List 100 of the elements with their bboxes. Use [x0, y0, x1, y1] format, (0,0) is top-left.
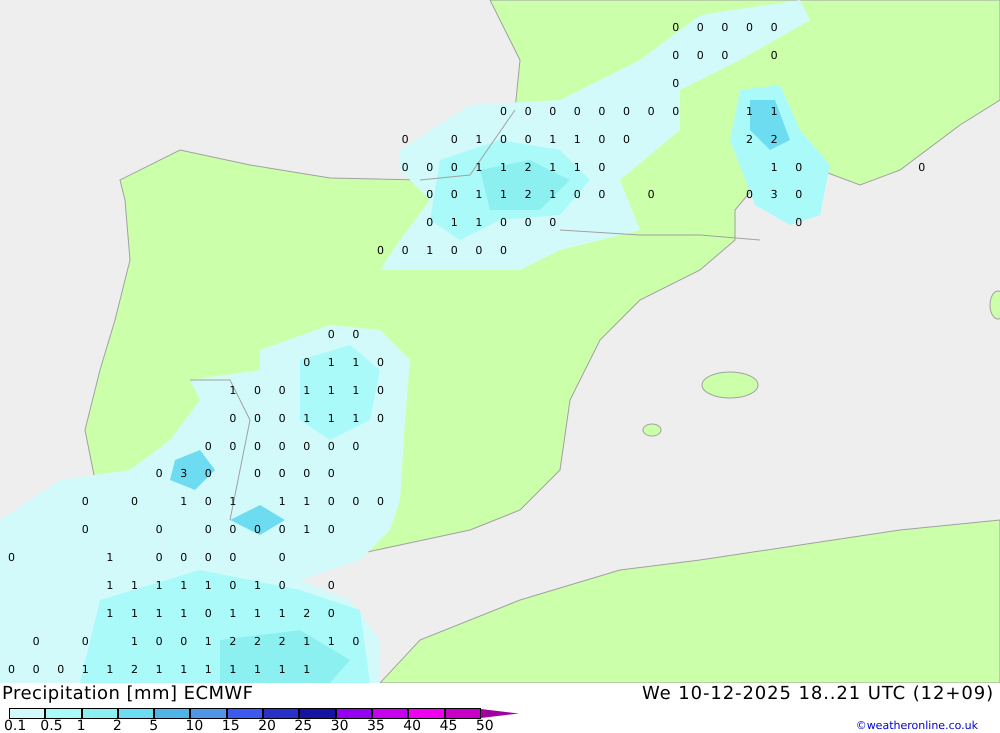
precip-value-label: 1: [303, 496, 310, 508]
legend-tick-label: 1: [76, 719, 86, 733]
precip-value-label: 0: [328, 440, 335, 452]
precip-value-label: 1: [156, 664, 163, 676]
precip-value-label: 0: [32, 636, 40, 648]
legend-tick-label: 50: [476, 719, 494, 733]
precip-value-label: 2: [770, 134, 778, 146]
precip-value-label: 0: [795, 217, 802, 230]
precip-value-label: 0: [377, 356, 384, 369]
legend-tick-label: 30: [330, 719, 348, 733]
precip-value-label: 0: [402, 245, 409, 258]
precip-value-label: 1: [574, 162, 581, 174]
precip-value-label: 0: [254, 384, 261, 397]
precip-value-label: 0: [254, 468, 261, 480]
precip-value-label: 0: [377, 496, 384, 508]
precip-value-label: 0: [278, 384, 286, 397]
valid-time: We 10-12-2025 18..21 UTC (12+09): [642, 683, 995, 705]
precip-value-label: 1: [229, 608, 236, 620]
precip-value-label: 1: [352, 356, 360, 369]
precip-value-label: 1: [303, 636, 310, 648]
precip-value-label: 0: [229, 580, 236, 592]
precip-value-label: 0: [32, 664, 40, 676]
precip-value-label: 0: [450, 162, 458, 174]
precip-value-label: 0: [426, 189, 434, 202]
precip-value-label: 0: [303, 440, 310, 452]
precip-value-label: 3: [180, 468, 188, 480]
legend-title: Precipitation [mm] ECMWF: [2, 683, 254, 705]
precip-value-label: 0: [377, 384, 384, 397]
precip-value-label: 1: [549, 162, 556, 174]
precip-value-label: 0: [623, 106, 630, 118]
precip-value-label: 2: [746, 134, 753, 146]
legend-tick-label: 20: [258, 719, 276, 733]
precip-value-label: 0: [303, 468, 310, 480]
precip-value-label: 0: [352, 496, 360, 508]
precip-value-label: 1: [180, 608, 188, 620]
precip-value-label: 1: [303, 664, 310, 676]
precip-value-label: 1: [500, 162, 507, 174]
precip-value-label: 0: [574, 106, 581, 118]
precip-value-label: 3: [770, 189, 778, 202]
precip-value-label: 0: [131, 496, 138, 508]
credit-link[interactable]: ©weatheronline.co.uk: [856, 719, 978, 732]
precip-value-label: 1: [229, 384, 236, 397]
legend-tick-label: 0.5: [40, 719, 63, 733]
precip-value-label: 0: [500, 245, 507, 258]
precip-value-label: 1: [549, 134, 556, 146]
precip-value-label: 0: [721, 22, 728, 34]
precip-value-label: 0: [648, 106, 655, 118]
precip-value-label: 1: [475, 134, 482, 146]
precip-value-label: 0: [500, 134, 507, 146]
precip-value-label: 1: [770, 162, 778, 174]
precip-value-label: 0: [204, 468, 212, 480]
precip-value-label: 0: [402, 134, 409, 146]
precip-value-label: 0: [450, 134, 458, 146]
precip-value-label: 0: [672, 22, 680, 34]
precip-value-label: 1: [500, 189, 507, 202]
precip-value-label: 0: [746, 22, 753, 34]
precip-value-label: 1: [180, 664, 188, 676]
precip-value-label: 1: [131, 636, 138, 648]
precip-value-label: 0: [254, 524, 261, 536]
precip-value-label: 2: [229, 636, 236, 648]
precip-value-label: 1: [106, 552, 114, 564]
precip-value-label: 1: [475, 189, 482, 202]
legend-tick-label: 45: [440, 719, 458, 733]
precip-value-label: 1: [180, 496, 188, 508]
precip-value-label: 0: [746, 189, 753, 202]
precip-value-label: 1: [303, 412, 310, 425]
precip-value-label: 1: [204, 580, 212, 592]
precip-value-label: 1: [156, 580, 163, 592]
precip-value-label: 2: [524, 162, 532, 174]
precip-value-label: 0: [328, 496, 335, 508]
precip-value-label: 0: [254, 412, 261, 425]
precip-value-label: 0: [672, 106, 680, 118]
precip-value-label: 1: [475, 162, 482, 174]
precip-value-label: 0: [377, 412, 384, 425]
legend-tick-label: 0.1: [4, 719, 26, 733]
precip-value-label: 0: [721, 50, 728, 62]
precip-value-label: 1: [352, 384, 360, 397]
precip-value-label: 1: [204, 636, 212, 648]
precip-value-label: 0: [229, 440, 236, 452]
precip-value-label: 0: [328, 580, 335, 592]
precip-value-label: 0: [598, 189, 606, 202]
precip-value-label: 0: [8, 552, 15, 564]
precip-value-label: 0: [500, 217, 507, 230]
precip-value-label: 0: [672, 50, 680, 62]
precip-value-label: 0: [795, 189, 802, 202]
precip-value-label: 1: [328, 384, 335, 397]
precip-value-label: 0: [57, 664, 64, 676]
precip-value-label: 1: [131, 608, 138, 620]
precip-value-label: 1: [549, 189, 556, 202]
precip-value-label: 1: [746, 106, 753, 118]
precip-value-label: 2: [254, 636, 261, 648]
precip-value-label: 0: [696, 22, 704, 34]
precip-value-label: 1: [204, 664, 212, 676]
precip-value-label: 0: [918, 162, 926, 174]
precip-value-label: 1: [278, 496, 286, 508]
precip-value-label: 0: [352, 636, 360, 648]
precip-value-label: 0: [377, 245, 384, 258]
precip-value-label: 0: [278, 468, 286, 480]
precip-value-label: 0: [278, 580, 286, 592]
precip-value-label: 0: [204, 524, 212, 536]
